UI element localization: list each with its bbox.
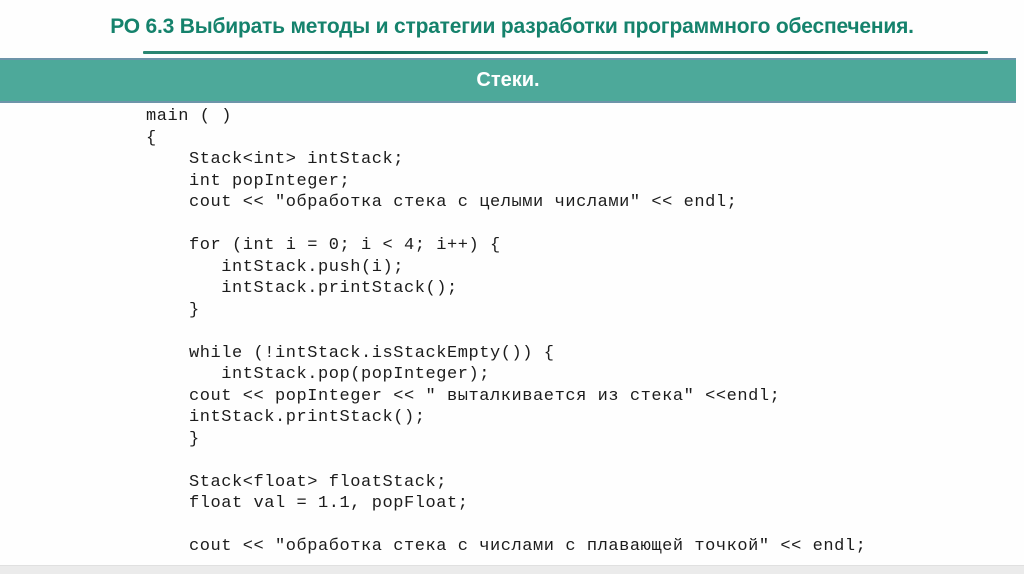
code-line: intStack.printStack(); (146, 408, 426, 427)
code-line: intStack.push(i); (146, 257, 405, 277)
title-underline-rule (143, 51, 988, 54)
code-line: float val = 1.1, popFloat; (146, 494, 469, 513)
code-line: intStack.printStack(); (146, 279, 458, 298)
code-line: int popInteger; (146, 171, 351, 191)
code-line: main ( ) (146, 107, 233, 126)
slide-header-title: РО 6.3 Выбирать методы и стратегии разра… (110, 15, 914, 38)
code-line: } (146, 429, 200, 449)
code-line: } (146, 300, 200, 320)
code-line: cout << popInteger << " выталкивается из… (146, 386, 781, 406)
code-line: intStack.pop(popInteger); (146, 365, 491, 384)
code-line: Stack<float> floatStack; (146, 472, 448, 492)
section-banner-label: Стеки. (476, 69, 540, 91)
code-line: cout << "обработка стека с числами с пла… (146, 537, 867, 556)
code-line: for (int i = 0; i < 4; i++) { (146, 236, 501, 255)
section-banner: Стеки. (0, 58, 1016, 103)
code-line: { (146, 128, 157, 148)
code-block: main ( ) { Stack<int> intStack; int popIn… (146, 106, 866, 558)
code-line: while (!intStack.isStackEmpty()) { (146, 343, 555, 363)
code-line: Stack<int> intStack; (146, 150, 405, 169)
slide: РО 6.3 Выбирать методы и стратегии разра… (0, 0, 1024, 574)
bottom-strip (0, 565, 1024, 574)
code-line: cout << "обработка стека с целыми числам… (146, 193, 738, 212)
